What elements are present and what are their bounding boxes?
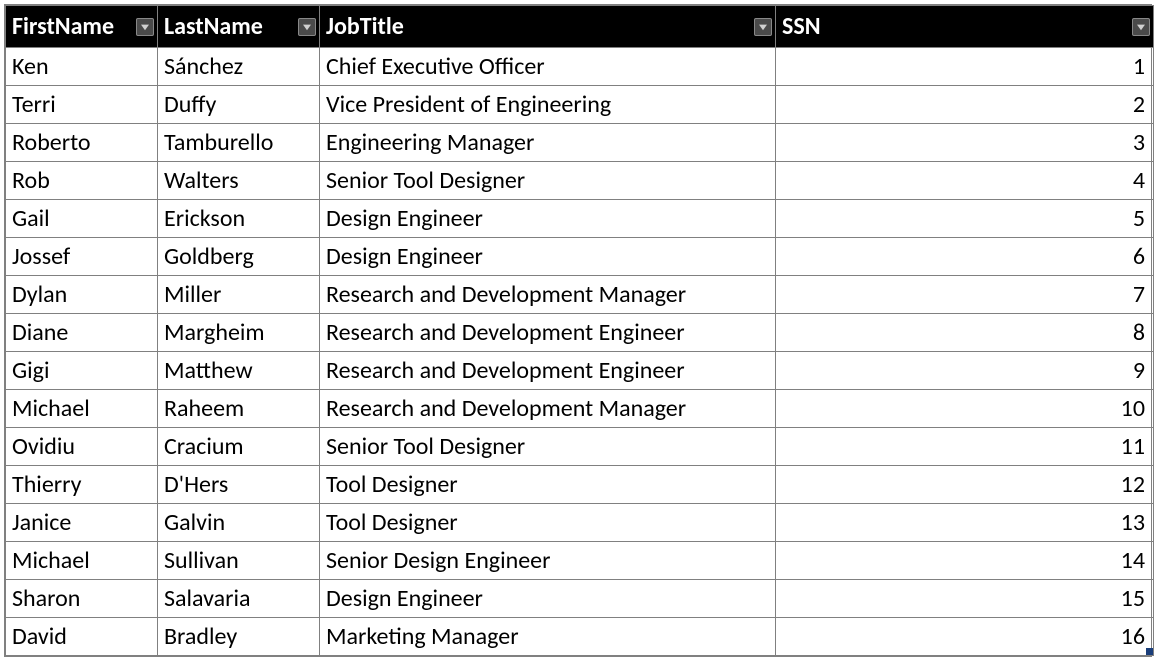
cell-jobTitle[interactable]: Research and Development Engineer [320,314,776,352]
employee-table: FirstName LastName JobTitle [5,5,1154,656]
cell-ssn[interactable]: 10 [776,390,1154,428]
table-row: KenSánchezChief Executive Officer1 [6,48,1154,86]
table-row: ThierryD'HersTool Designer12 [6,466,1154,504]
cell-firstName[interactable]: Thierry [6,466,158,504]
cell-firstName[interactable]: Roberto [6,124,158,162]
cell-lastName[interactable]: Raheem [158,390,320,428]
cell-firstName[interactable]: Janice [6,504,158,542]
table-row: DylanMillerResearch and Development Mana… [6,276,1154,314]
cell-ssn[interactable]: 16 [776,618,1154,656]
col-header-firstname[interactable]: FirstName [6,6,158,48]
cell-lastName[interactable]: Walters [158,162,320,200]
cell-firstName[interactable]: Terri [6,86,158,124]
cell-lastName[interactable]: Sullivan [158,542,320,580]
table-header-row: FirstName LastName JobTitle [6,6,1154,48]
cell-jobTitle[interactable]: Tool Designer [320,466,776,504]
cell-jobTitle[interactable]: Senior Tool Designer [320,428,776,466]
cell-lastName[interactable]: Sánchez [158,48,320,86]
table-row: RobertoTamburelloEngineering Manager3 [6,124,1154,162]
table-row: DianeMargheimResearch and Development En… [6,314,1154,352]
cell-jobTitle[interactable]: Research and Development Manager [320,390,776,428]
cell-jobTitle[interactable]: Research and Development Engineer [320,352,776,390]
cell-ssn[interactable]: 4 [776,162,1154,200]
cell-ssn[interactable]: 6 [776,238,1154,276]
cell-firstName[interactable]: Michael [6,390,158,428]
table-row: JossefGoldbergDesign Engineer6 [6,238,1154,276]
cell-ssn[interactable]: 3 [776,124,1154,162]
cell-jobTitle[interactable]: Senior Tool Designer [320,162,776,200]
filter-dropdown-icon[interactable] [754,18,772,36]
cell-jobTitle[interactable]: Design Engineer [320,580,776,618]
filter-dropdown-icon[interactable] [298,18,316,36]
cell-firstName[interactable]: Gigi [6,352,158,390]
table-body: KenSánchezChief Executive Officer1TerriD… [6,48,1154,656]
cell-lastName[interactable]: Margheim [158,314,320,352]
table-row: MichaelSullivanSenior Design Engineer14 [6,542,1154,580]
cell-firstName[interactable]: Rob [6,162,158,200]
cell-firstName[interactable]: Sharon [6,580,158,618]
cell-ssn[interactable]: 15 [776,580,1154,618]
cell-lastName[interactable]: Cracium [158,428,320,466]
cell-lastName[interactable]: Matthew [158,352,320,390]
cell-firstName[interactable]: Michael [6,542,158,580]
cell-jobTitle[interactable]: Senior Design Engineer [320,542,776,580]
cell-ssn[interactable]: 5 [776,200,1154,238]
table-row: TerriDuffyVice President of Engineering2 [6,86,1154,124]
col-header-label: JobTitle [326,12,404,41]
cell-jobTitle[interactable]: Design Engineer [320,238,776,276]
cell-firstName[interactable]: Ken [6,48,158,86]
cell-jobTitle[interactable]: Design Engineer [320,200,776,238]
col-header-label: SSN [782,12,821,41]
cell-lastName[interactable]: Galvin [158,504,320,542]
table-row: MichaelRaheemResearch and Development Ma… [6,390,1154,428]
cell-jobTitle[interactable]: Vice President of Engineering [320,86,776,124]
table-row: GigiMatthewResearch and Development Engi… [6,352,1154,390]
cell-firstName[interactable]: Jossef [6,238,158,276]
table-row: OvidiuCraciumSenior Tool Designer11 [6,428,1154,466]
cell-jobTitle[interactable]: Engineering Manager [320,124,776,162]
cell-firstName[interactable]: David [6,618,158,656]
filter-dropdown-icon[interactable] [1132,18,1150,36]
cell-firstName[interactable]: Dylan [6,276,158,314]
cell-lastName[interactable]: Erickson [158,200,320,238]
cell-jobTitle[interactable]: Tool Designer [320,504,776,542]
table-row: RobWaltersSenior Tool Designer4 [6,162,1154,200]
cell-lastName[interactable]: Duffy [158,86,320,124]
col-header-ssn[interactable]: SSN [776,6,1154,48]
cell-ssn[interactable]: 14 [776,542,1154,580]
col-header-label: LastName [164,12,263,41]
cell-ssn[interactable]: 1 [776,48,1154,86]
col-header-lastname[interactable]: LastName [158,6,320,48]
cell-ssn[interactable]: 12 [776,466,1154,504]
cell-ssn[interactable]: 7 [776,276,1154,314]
cell-jobTitle[interactable]: Marketing Manager [320,618,776,656]
cell-firstName[interactable]: Ovidiu [6,428,158,466]
cell-jobTitle[interactable]: Research and Development Manager [320,276,776,314]
cell-lastName[interactable]: Salavaria [158,580,320,618]
cell-ssn[interactable]: 8 [776,314,1154,352]
table-row: SharonSalavariaDesign Engineer15 [6,580,1154,618]
cell-ssn[interactable]: 13 [776,504,1154,542]
cell-lastName[interactable]: Miller [158,276,320,314]
table-row: GailEricksonDesign Engineer5 [6,200,1154,238]
data-table: FirstName LastName JobTitle [4,4,1152,657]
cell-ssn[interactable]: 9 [776,352,1154,390]
col-header-label: FirstName [12,12,114,41]
cell-firstName[interactable]: Gail [6,200,158,238]
cell-lastName[interactable]: D'Hers [158,466,320,504]
table-row: JaniceGalvinTool Designer13 [6,504,1154,542]
filter-dropdown-icon[interactable] [136,18,154,36]
cell-lastName[interactable]: Tamburello [158,124,320,162]
table-row: DavidBradleyMarketing Manager16 [6,618,1154,656]
cell-firstName[interactable]: Diane [6,314,158,352]
cell-lastName[interactable]: Goldberg [158,238,320,276]
cell-jobTitle[interactable]: Chief Executive Officer [320,48,776,86]
col-header-jobtitle[interactable]: JobTitle [320,6,776,48]
cell-ssn[interactable]: 11 [776,428,1154,466]
cell-lastName[interactable]: Bradley [158,618,320,656]
cell-ssn[interactable]: 2 [776,86,1154,124]
